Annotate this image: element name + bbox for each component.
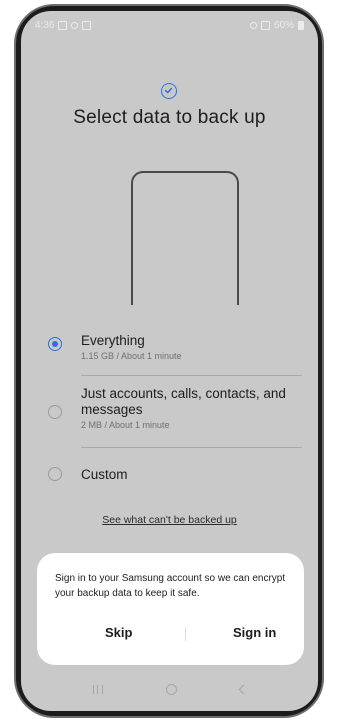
signal-icon	[260, 20, 270, 30]
status-bar: 4:36 60%	[21, 11, 318, 39]
lock-notification-icon	[82, 20, 92, 30]
status-left: 4:36	[35, 19, 92, 31]
home-icon[interactable]	[165, 683, 177, 695]
status-time: 4:36	[35, 19, 55, 31]
phone-illustration	[131, 171, 239, 305]
page-title: Select data to back up	[73, 107, 266, 128]
see-what-cant-be-backed-up-link[interactable]: See what can't be backed up	[21, 514, 318, 526]
navigation-bar	[21, 667, 318, 711]
radio-accounts[interactable]	[48, 405, 62, 419]
radio-custom[interactable]	[48, 467, 62, 481]
wifi-icon	[249, 21, 257, 29]
status-right: 60%	[249, 19, 304, 31]
option-label: Custom	[81, 467, 128, 482]
option-label: Everything	[81, 333, 145, 348]
divider	[81, 447, 302, 448]
check-circle-icon	[161, 83, 177, 99]
settings-notification-icon	[71, 21, 79, 29]
gallery-notification-icon	[58, 20, 68, 30]
radio-everything[interactable]	[48, 337, 62, 351]
option-text: Just accounts, calls, contacts, and mess…	[81, 386, 300, 430]
option-sub: 2 MB / About 1 minute	[81, 420, 170, 430]
battery-percent: 60%	[273, 19, 294, 31]
dialog-message: Sign in to your Samsung account so we ca…	[55, 573, 286, 599]
option-text: Custom	[81, 467, 300, 483]
option-label: Just accounts, calls, contacts, and mess…	[81, 386, 286, 417]
samsung-signin-dialog: Sign in to your Samsung account so we ca…	[37, 553, 304, 665]
button-divider	[185, 627, 186, 641]
option-text: Everything 1.15 GB / About 1 minute	[81, 333, 300, 361]
screen: 4:36 60% Select data to back up Everythi…	[21, 11, 318, 711]
battery-icon	[298, 20, 304, 30]
sign-in-button[interactable]: Sign in	[233, 625, 276, 640]
skip-button[interactable]: Skip	[105, 625, 132, 640]
option-sub: 1.15 GB / About 1 minute	[81, 351, 182, 361]
recents-icon[interactable]	[92, 684, 103, 694]
divider	[81, 375, 302, 376]
back-icon[interactable]	[238, 684, 248, 694]
